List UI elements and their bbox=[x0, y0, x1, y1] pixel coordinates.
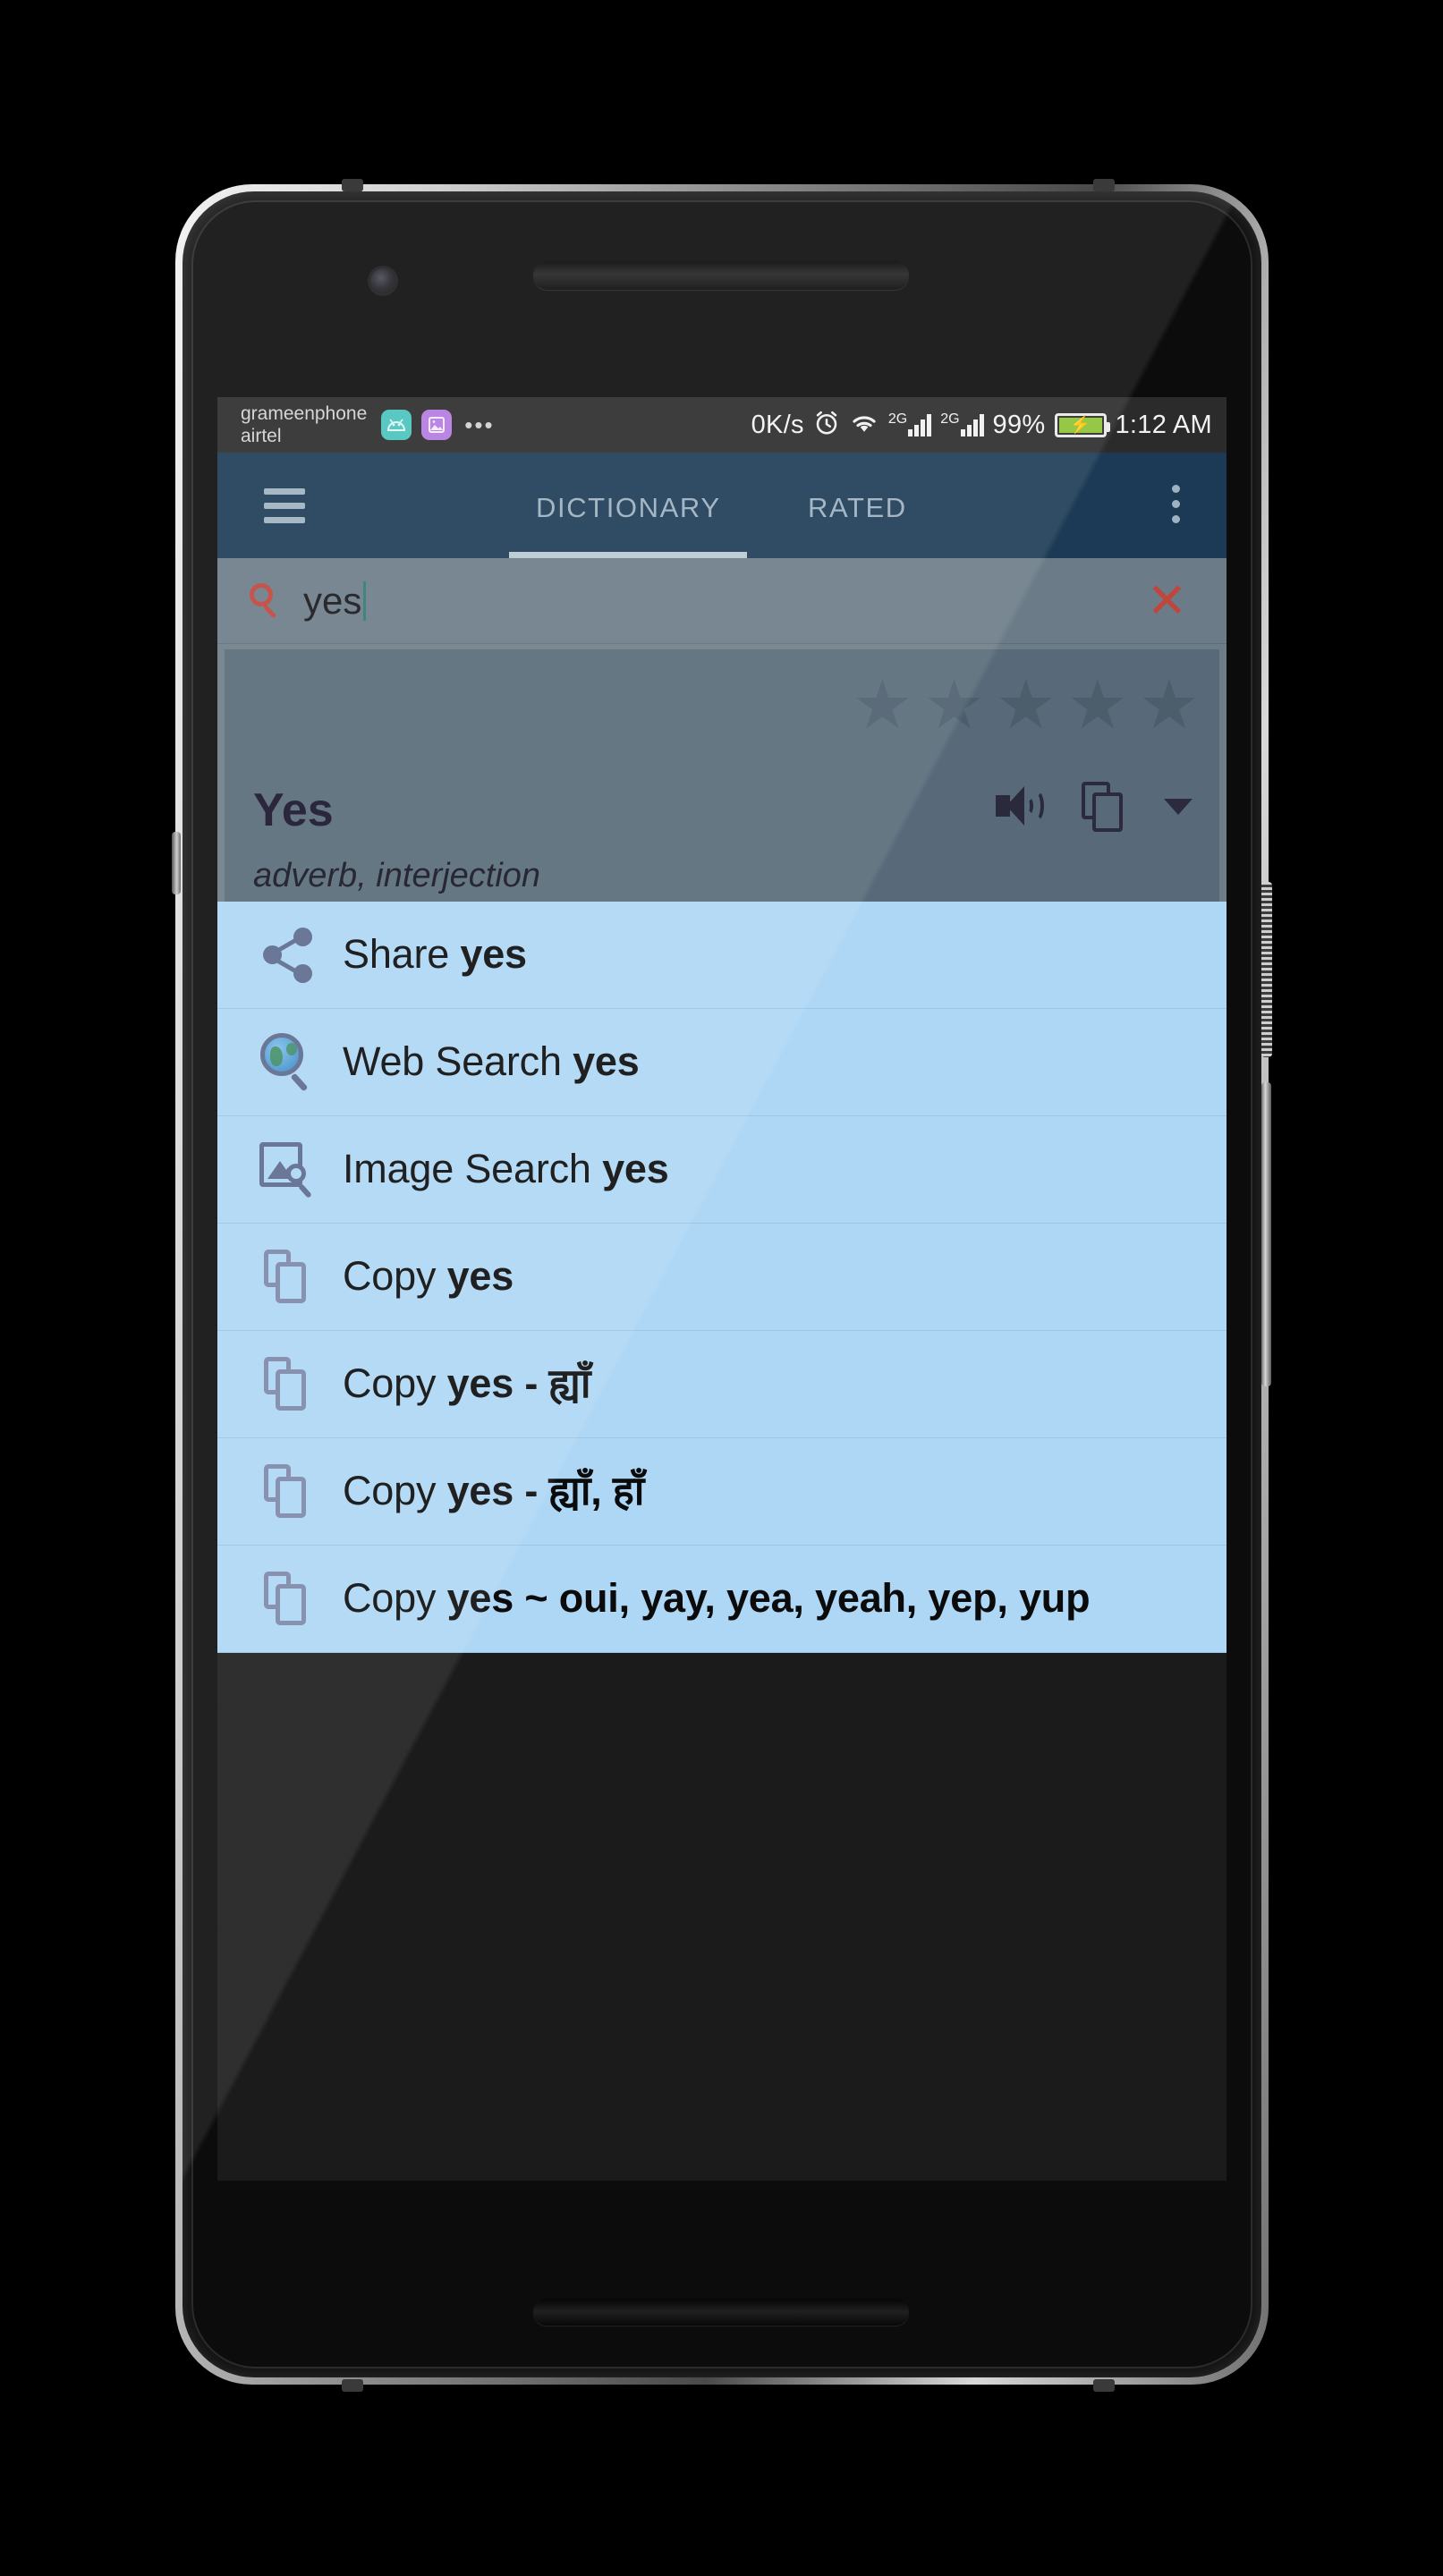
star-icon[interactable]: ★ bbox=[1139, 672, 1200, 740]
image-search-icon bbox=[255, 1141, 323, 1199]
menu-item-label: Copy yes - ह्याँ bbox=[343, 1360, 591, 1407]
status-overflow-dots: ••• bbox=[464, 411, 495, 438]
star-icon[interactable]: ★ bbox=[996, 672, 1057, 740]
search-input[interactable]: yes bbox=[303, 579, 367, 623]
power-button[interactable] bbox=[1261, 882, 1272, 1057]
gallery-icon bbox=[421, 410, 453, 440]
app-bar: DICTIONARY RATED bbox=[217, 453, 1227, 558]
sim1-signal-icon: 2G bbox=[887, 411, 932, 436]
status-bar: grameenphone airtel ••• 0K/s 2G 2G 99% ⚡… bbox=[217, 397, 1227, 453]
volume-rocker-button[interactable] bbox=[1261, 1082, 1271, 1386]
frame-nub-top-right bbox=[1093, 179, 1115, 191]
left-side-button[interactable] bbox=[172, 832, 181, 894]
copy-icon bbox=[255, 1463, 323, 1520]
carrier-line-1: grameenphone bbox=[241, 403, 368, 424]
frame-nub-top-left bbox=[342, 179, 363, 191]
sim1-network-label: 2G bbox=[887, 411, 908, 427]
clock-text: 1:12 AM bbox=[1115, 410, 1212, 439]
part-of-speech: adverb, interjection bbox=[253, 857, 541, 894]
notification-icons bbox=[381, 410, 453, 440]
star-icon[interactable]: ★ bbox=[1067, 672, 1128, 740]
active-tab-indicator bbox=[509, 552, 747, 558]
card-action-row bbox=[996, 782, 1193, 832]
clear-search-button[interactable]: ✕ bbox=[1147, 577, 1187, 625]
menu-item-web-search[interactable]: Web Search yes bbox=[217, 1009, 1227, 1116]
menu-item-label: Copy yes - ह्याँ, हाँ bbox=[343, 1468, 645, 1514]
share-icon bbox=[255, 927, 323, 983]
sim2-network-label: 2G bbox=[940, 411, 960, 427]
menu-item-label: Image Search yes bbox=[343, 1146, 669, 1192]
screenshot-stage: grameenphone airtel ••• 0K/s 2G 2G 99% ⚡… bbox=[0, 0, 1443, 2576]
android-icon bbox=[381, 410, 412, 440]
menu-item-share[interactable]: Share yes bbox=[217, 902, 1227, 1009]
speaker-icon[interactable] bbox=[996, 783, 1044, 831]
frame-nub-bottom-right bbox=[1093, 2379, 1115, 2392]
search-input-value: yes bbox=[303, 579, 362, 622]
copy-icon bbox=[255, 1571, 323, 1627]
context-menu: Share yes Web Search yes Image Search ye… bbox=[217, 902, 1227, 1653]
word-result-card[interactable]: ★ ★ ★ ★ ★ Yes adverb, interjection bbox=[225, 649, 1219, 902]
text-cursor bbox=[363, 580, 367, 621]
earpiece-speaker bbox=[533, 261, 909, 290]
sim2-signal-icon: 2G bbox=[940, 411, 984, 436]
status-bar-right: 0K/s 2G 2G 99% ⚡ 1:12 AM bbox=[751, 410, 1227, 441]
menu-item-label: Copy yes ~ oui, yay, yea, yeah, yep, yup bbox=[343, 1575, 1091, 1622]
copy-icon bbox=[255, 1249, 323, 1305]
web-search-icon bbox=[255, 1032, 323, 1092]
bottom-speaker bbox=[533, 2299, 909, 2326]
chevron-down-icon[interactable] bbox=[1164, 799, 1193, 815]
result-area: ★ ★ ★ ★ ★ Yes adverb, interjection bbox=[217, 644, 1227, 902]
menu-item-copy-synonyms[interactable]: Copy yes ~ oui, yay, yea, yeah, yep, yup bbox=[217, 1546, 1227, 1653]
wifi-icon bbox=[849, 411, 879, 439]
front-camera bbox=[370, 268, 395, 293]
tab-rated[interactable]: RATED bbox=[808, 492, 907, 524]
star-icon[interactable]: ★ bbox=[923, 672, 984, 740]
copy-icon[interactable] bbox=[1082, 782, 1126, 832]
frame-nub-bottom-left bbox=[342, 2379, 363, 2392]
kebab-icon[interactable] bbox=[1172, 485, 1180, 523]
result-word: Yes bbox=[253, 784, 334, 836]
tab-dictionary[interactable]: DICTIONARY bbox=[536, 492, 721, 524]
menu-item-copy-translation-1[interactable]: Copy yes - ह्याँ bbox=[217, 1331, 1227, 1438]
menu-item-image-search[interactable]: Image Search yes bbox=[217, 1116, 1227, 1224]
search-bar[interactable]: yes ✕ bbox=[217, 558, 1227, 644]
battery-percent-text: 99% bbox=[992, 410, 1046, 439]
phone-screen: grameenphone airtel ••• 0K/s 2G 2G 99% ⚡… bbox=[217, 397, 1227, 2181]
network-speed-text: 0K/s bbox=[751, 410, 804, 439]
alarm-icon bbox=[813, 410, 840, 441]
rating-stars[interactable]: ★ ★ ★ ★ ★ bbox=[852, 672, 1200, 740]
menu-item-copy-word[interactable]: Copy yes bbox=[217, 1224, 1227, 1331]
menu-item-label: Web Search yes bbox=[343, 1038, 640, 1085]
menu-item-label: Share yes bbox=[343, 931, 527, 978]
star-icon[interactable]: ★ bbox=[852, 672, 912, 740]
menu-item-label: Copy yes bbox=[343, 1253, 514, 1300]
hamburger-icon[interactable] bbox=[264, 487, 305, 523]
carrier-line-2: airtel bbox=[241, 426, 282, 446]
carrier-names: grameenphone airtel bbox=[241, 402, 367, 447]
battery-icon: ⚡ bbox=[1054, 412, 1110, 437]
copy-icon bbox=[255, 1356, 323, 1412]
search-icon bbox=[250, 582, 285, 619]
menu-item-copy-translation-2[interactable]: Copy yes - ह्याँ, हाँ bbox=[217, 1438, 1227, 1546]
